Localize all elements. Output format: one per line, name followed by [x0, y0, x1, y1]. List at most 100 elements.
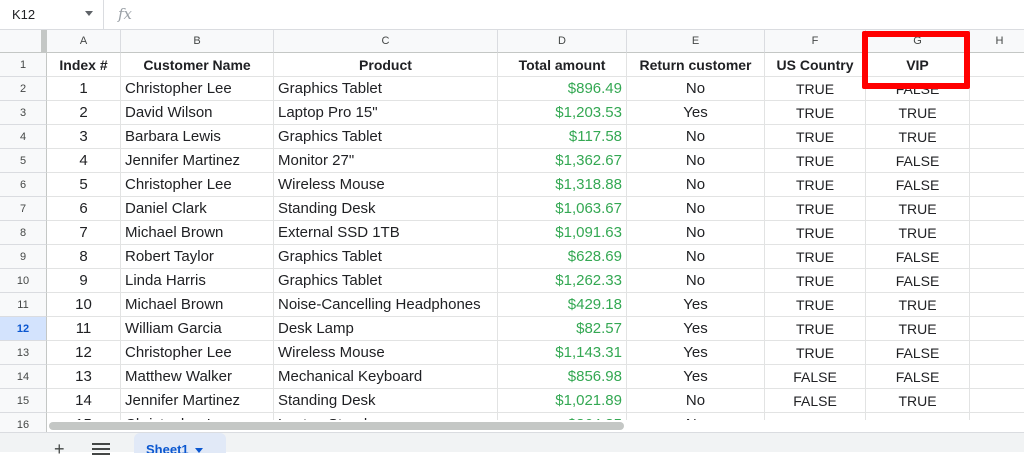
table-cell[interactable] [970, 365, 1024, 389]
column-header-d[interactable]: D [498, 30, 627, 53]
table-cell[interactable]: Wireless Mouse [274, 341, 498, 365]
table-cell[interactable]: FALSE [866, 149, 970, 173]
row-header-11[interactable]: 11 [0, 293, 47, 317]
table-cell[interactable]: Robert Taylor [121, 245, 274, 269]
table-cell[interactable]: 14 [47, 389, 121, 413]
table-cell[interactable]: $1,063.67 [498, 197, 627, 221]
table-cell[interactable] [970, 245, 1024, 269]
row-header-2[interactable]: 2 [0, 77, 47, 101]
table-cell[interactable]: TRUE [765, 77, 866, 101]
table-cell[interactable]: 4 [47, 149, 121, 173]
table-cell[interactable]: No [627, 245, 765, 269]
table-cell[interactable] [970, 293, 1024, 317]
header-cell[interactable]: Index # [47, 53, 121, 77]
table-cell[interactable]: TRUE [866, 317, 970, 341]
header-cell[interactable]: VIP [866, 53, 970, 77]
row-header-1[interactable]: 1 [0, 53, 47, 77]
table-cell[interactable] [970, 269, 1024, 293]
table-cell[interactable]: No [627, 221, 765, 245]
column-header-c[interactable]: C [274, 30, 498, 53]
table-cell[interactable] [970, 77, 1024, 101]
table-cell[interactable]: TRUE [765, 149, 866, 173]
table-cell[interactable]: No [627, 269, 765, 293]
table-cell[interactable]: Yes [627, 293, 765, 317]
table-cell[interactable] [970, 341, 1024, 365]
table-cell[interactable]: TRUE [765, 269, 866, 293]
table-cell[interactable]: Desk Lamp [274, 317, 498, 341]
row-header-15[interactable]: 15 [0, 389, 47, 413]
column-header-h[interactable]: H [970, 30, 1024, 53]
row-header-3[interactable]: 3 [0, 101, 47, 125]
table-cell[interactable] [970, 125, 1024, 149]
table-cell[interactable]: William Garcia [121, 317, 274, 341]
add-sheet-icon[interactable]: + [54, 440, 65, 458]
table-cell[interactable]: Matthew Walker [121, 365, 274, 389]
table-cell[interactable]: 1 [47, 77, 121, 101]
table-cell[interactable]: FALSE [866, 341, 970, 365]
table-cell[interactable]: Yes [627, 365, 765, 389]
row-header-6[interactable]: 6 [0, 173, 47, 197]
table-cell[interactable]: $1,318.88 [498, 173, 627, 197]
table-cell[interactable]: David Wilson [121, 101, 274, 125]
row-header-5[interactable]: 5 [0, 149, 47, 173]
header-cell[interactable]: Return customer [627, 53, 765, 77]
table-cell[interactable]: External SSD 1TB [274, 221, 498, 245]
table-cell[interactable]: 12 [47, 341, 121, 365]
sheet-tab[interactable]: Sheet1 [134, 433, 226, 453]
column-header-f[interactable]: F [765, 30, 866, 53]
table-cell[interactable]: TRUE [765, 341, 866, 365]
table-cell[interactable]: 9 [47, 269, 121, 293]
table-cell[interactable]: Wireless Mouse [274, 173, 498, 197]
row-header-9[interactable]: 9 [0, 245, 47, 269]
table-cell[interactable]: FALSE [765, 365, 866, 389]
table-cell[interactable]: TRUE [866, 293, 970, 317]
table-cell[interactable]: $429.18 [498, 293, 627, 317]
table-cell[interactable]: TRUE [866, 197, 970, 221]
row-header-4[interactable]: 4 [0, 125, 47, 149]
table-cell[interactable]: TRUE [765, 245, 866, 269]
column-header-g[interactable]: G [866, 30, 970, 53]
table-cell[interactable]: TRUE [866, 101, 970, 125]
table-cell[interactable] [970, 149, 1024, 173]
table-cell[interactable]: FALSE [765, 389, 866, 413]
table-cell[interactable]: No [627, 389, 765, 413]
table-cell[interactable]: Laptop Pro 15" [274, 101, 498, 125]
table-cell[interactable]: $1,091.63 [498, 221, 627, 245]
table-cell[interactable]: TRUE [765, 317, 866, 341]
column-header-b[interactable]: B [121, 30, 274, 53]
name-box[interactable]: K12 [0, 0, 104, 29]
horizontal-scrollbar[interactable] [47, 420, 1024, 432]
header-cell[interactable]: Customer Name [121, 53, 274, 77]
table-cell[interactable]: $1,262.33 [498, 269, 627, 293]
table-cell[interactable]: 5 [47, 173, 121, 197]
table-cell[interactable]: $856.98 [498, 365, 627, 389]
table-cell[interactable]: No [627, 77, 765, 101]
formula-input[interactable] [150, 4, 1010, 25]
table-cell[interactable]: FALSE [866, 77, 970, 101]
table-cell[interactable]: TRUE [765, 197, 866, 221]
table-cell[interactable]: $1,362.67 [498, 149, 627, 173]
table-cell[interactable]: $1,203.53 [498, 101, 627, 125]
table-cell[interactable] [970, 101, 1024, 125]
table-cell[interactable]: TRUE [765, 101, 866, 125]
table-cell[interactable]: TRUE [866, 389, 970, 413]
row-header-8[interactable]: 8 [0, 221, 47, 245]
table-cell[interactable]: $628.69 [498, 245, 627, 269]
table-cell[interactable]: 11 [47, 317, 121, 341]
table-cell[interactable] [970, 317, 1024, 341]
table-cell[interactable]: 7 [47, 221, 121, 245]
table-cell[interactable]: Jennifer Martinez [121, 389, 274, 413]
table-cell[interactable] [970, 197, 1024, 221]
table-cell[interactable]: Barbara Lewis [121, 125, 274, 149]
table-cell[interactable]: Standing Desk [274, 389, 498, 413]
table-cell[interactable] [970, 221, 1024, 245]
column-header-a[interactable]: A [47, 30, 121, 53]
table-cell[interactable]: Yes [627, 101, 765, 125]
table-cell[interactable]: TRUE [866, 125, 970, 149]
scrollbar-thumb[interactable] [49, 422, 624, 430]
table-cell[interactable]: 6 [47, 197, 121, 221]
header-cell[interactable]: US Country [765, 53, 866, 77]
table-cell[interactable]: No [627, 149, 765, 173]
table-cell[interactable]: $896.49 [498, 77, 627, 101]
table-cell[interactable]: Graphics Tablet [274, 245, 498, 269]
